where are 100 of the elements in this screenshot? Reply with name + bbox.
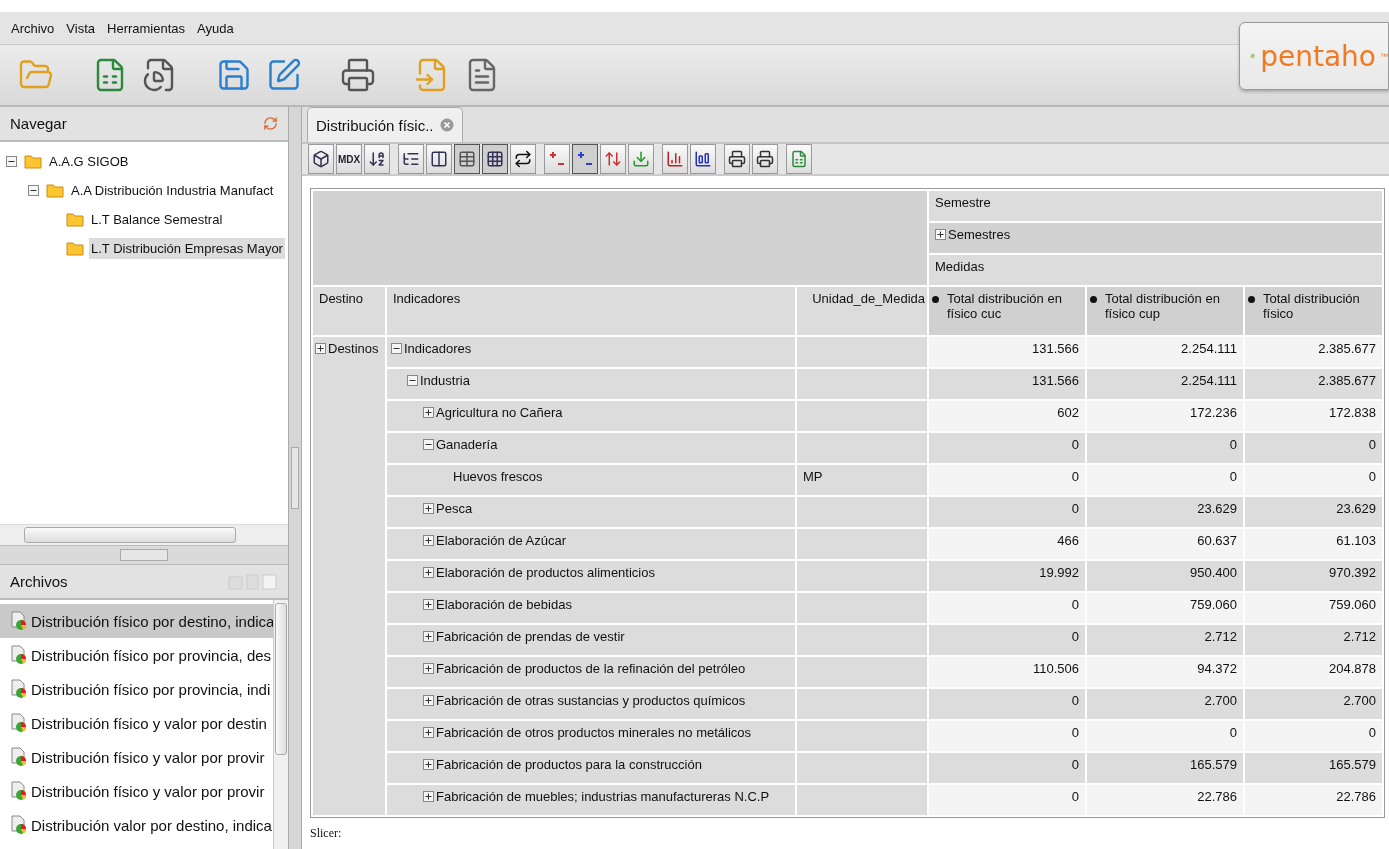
disabled-toolbar-icons	[228, 573, 278, 590]
horizontal-scrollbar[interactable]	[0, 524, 288, 545]
measure-label: Total distribución en físico cup	[1105, 291, 1221, 321]
file-item[interactable]: Distribución valor por destino, indica	[0, 808, 273, 842]
report-file-icon	[10, 611, 28, 631]
tree-item[interactable]: L.T Distribución Empresas Mayor	[89, 237, 285, 259]
toolbar-button[interactable]	[752, 144, 778, 174]
value-cell: 19.992	[928, 560, 1086, 592]
collapse-icon[interactable]	[423, 439, 434, 450]
menu-item[interactable]: Archivo	[11, 20, 55, 36]
value-cell: 0	[1086, 464, 1244, 496]
tab[interactable]: Distribución físic..	[307, 107, 463, 142]
expand-icon[interactable]	[423, 663, 434, 674]
vertical-scrollbar[interactable]	[273, 600, 288, 849]
row-member-cell[interactable]: Ganadería	[386, 432, 796, 464]
file-item[interactable]: Distribución físico por provincia, des	[0, 638, 273, 672]
report-file-icon	[10, 679, 28, 699]
tree-item[interactable]: L.T Balance Semestral	[89, 208, 225, 230]
printer-icon	[728, 150, 746, 168]
row-member-cell[interactable]: Fabricación de otros productos minerales no metálicos	[386, 720, 796, 752]
refresh-icon[interactable]	[263, 116, 278, 131]
value-cell: 0	[1086, 432, 1244, 464]
row-member-cell[interactable]: Pesca	[386, 496, 796, 528]
folder-icon	[66, 240, 84, 256]
expand-icon[interactable]	[423, 503, 434, 514]
column-header: Destino	[312, 286, 386, 336]
mdx-button[interactable]: MDX	[336, 144, 362, 174]
tab-label: Distribución físic..	[316, 116, 434, 134]
member-label: Industria	[420, 373, 470, 388]
value-cell: 61.103	[1244, 528, 1383, 560]
collapse-icon[interactable]	[407, 375, 418, 386]
row-member-cell[interactable]: Destinos	[312, 336, 386, 816]
row-member-cell[interactable]: Fabricación de muebles; industrias manufactureras N.C.P	[386, 784, 796, 816]
expand-icon[interactable]	[423, 535, 434, 546]
row-member-cell[interactable]: Elaboración de productos alimenticios	[386, 560, 796, 592]
bullet-icon	[932, 296, 939, 303]
toolbar-button[interactable]	[398, 144, 424, 174]
toolbar-button[interactable]	[364, 144, 390, 174]
file-item[interactable]: Distribución físico y valor por provir	[0, 774, 273, 808]
table-icon	[458, 150, 476, 168]
trademark: ™	[1380, 51, 1388, 61]
row-member-cell[interactable]: Fabricación de productos de la refinación del petróleo	[386, 656, 796, 688]
measure-label: Total distribución en físico cuc	[947, 291, 1063, 321]
file-name: Distribución valor por destino, indica	[31, 816, 272, 834]
expand-icon[interactable]	[423, 695, 434, 706]
toolbar-button[interactable]	[510, 144, 536, 174]
columns-icon	[430, 150, 448, 168]
expand-icon[interactable]	[423, 631, 434, 642]
report-file-icon	[10, 815, 28, 835]
toolbar-button[interactable]	[426, 144, 452, 174]
row-member-cell[interactable]: Huevos frescos	[386, 464, 796, 496]
value-cell: 2.700	[1086, 688, 1244, 720]
row-member-cell[interactable]: Fabricación de prendas de vestir	[386, 624, 796, 656]
row-member-cell[interactable]: Elaboración de bebidas	[386, 592, 796, 624]
menu-item[interactable]: Herramientas	[107, 20, 186, 36]
file-item[interactable]: Distribución físico y valor por provir	[0, 740, 273, 774]
toolbar-button[interactable]	[308, 144, 334, 174]
file-name: Distribución físico y valor por provir	[31, 748, 265, 766]
expand-icon[interactable]	[935, 229, 946, 240]
tree-item[interactable]: A.A.G SIGOB	[47, 150, 131, 172]
collapse-icon[interactable]	[28, 184, 39, 196]
close-icon[interactable]	[439, 118, 454, 132]
expand-icon[interactable]	[423, 599, 434, 610]
expand-icon[interactable]	[423, 567, 434, 578]
file-item[interactable]: Distribución físico por provincia, indi	[0, 672, 273, 706]
row-member-cell[interactable]: Indicadores	[386, 336, 796, 368]
menu-item[interactable]: Ayuda	[197, 20, 234, 36]
row-member-cell[interactable]: Fabricación de otras sustancias y productos químicos	[386, 688, 796, 720]
measure-header[interactable]: Total distribución físico	[1244, 286, 1383, 336]
expand-icon[interactable]	[423, 791, 434, 802]
collapse-icon[interactable]	[391, 343, 402, 354]
row-member-cell[interactable]: Industria	[386, 368, 796, 400]
value-cell: 0	[928, 464, 1086, 496]
expand-icon[interactable]	[423, 759, 434, 770]
tree-item[interactable]: A.A Distribución Industria Manufact	[69, 179, 276, 201]
member-label: Elaboración de productos alimenticios	[436, 565, 655, 580]
file-name: Distribución físico por provincia, des	[31, 646, 272, 664]
toolbar-button[interactable]	[690, 144, 716, 174]
panel-title: Archivos	[10, 573, 68, 590]
value-cell: 0	[1244, 432, 1383, 464]
collapse-icon[interactable]	[6, 155, 17, 167]
measure-header[interactable]: Total distribución en físico cuc	[928, 286, 1086, 336]
file-item[interactable]: Distribución físico y valor por destin	[0, 706, 273, 740]
slicer-label: Slicer:	[309, 825, 343, 842]
column-member-header[interactable]: Semestres	[928, 222, 1383, 254]
plus-minus-icon	[548, 150, 566, 168]
row-member-cell[interactable]: Elaboración de Azúcar	[386, 528, 796, 560]
row-member-cell[interactable]: Agricultura no Cañera	[386, 400, 796, 432]
swap-icon	[514, 150, 532, 168]
row-member-cell[interactable]: Fabricación de productos para la construcción	[386, 752, 796, 784]
menu-item[interactable]: Vista	[66, 20, 96, 36]
toolbar-button[interactable]	[724, 144, 750, 174]
value-cell: 0	[1244, 464, 1383, 496]
expand-icon[interactable]	[423, 727, 434, 738]
expand-icon[interactable]	[315, 343, 326, 354]
toolbar-button[interactable]	[482, 144, 508, 174]
spreadsheet-icon	[790, 150, 808, 168]
expand-icon[interactable]	[423, 407, 434, 418]
up-down-arrow-icon	[604, 150, 622, 168]
measure-header[interactable]: Total distribución en físico cup	[1086, 286, 1244, 336]
